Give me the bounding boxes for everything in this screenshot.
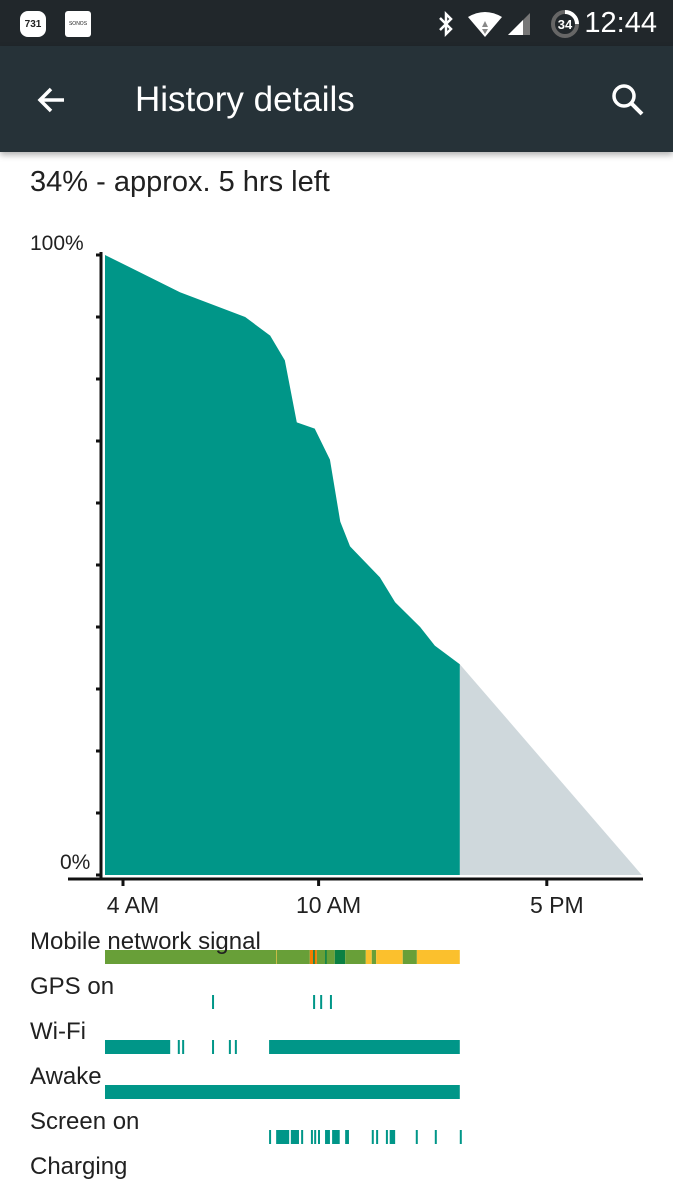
timeline-segment — [345, 1130, 349, 1144]
timeline-label: Awake — [30, 1063, 102, 1090]
timeline-segment — [326, 950, 335, 964]
timeline-segment — [334, 950, 346, 964]
timeline-segment — [371, 1130, 374, 1144]
battery-level-area — [105, 255, 460, 875]
timeline-segment — [309, 950, 314, 964]
timeline-segment — [317, 1130, 320, 1144]
y-label-top: 100% — [30, 232, 84, 255]
timeline-segment — [329, 995, 332, 1009]
timeline-segment — [228, 1040, 231, 1054]
timeline-segment — [301, 1130, 304, 1144]
timeline-segment — [182, 1040, 185, 1054]
timeline-segment — [314, 950, 317, 964]
timeline-segment — [320, 995, 323, 1009]
timeline-segment — [314, 1130, 317, 1144]
timeline-segment — [434, 1130, 437, 1144]
timeline-segment — [459, 1130, 462, 1144]
timeline-segment — [402, 950, 417, 964]
timeline-segment — [325, 1130, 330, 1144]
x-tick-label: 10 AM — [295, 892, 362, 918]
timeline-segment — [212, 1040, 215, 1054]
timeline-segment — [332, 1130, 340, 1144]
timeline-segment — [105, 1040, 171, 1054]
timeline-segment — [371, 950, 377, 964]
prediction-area — [459, 664, 642, 875]
timeline-segment — [234, 1040, 237, 1054]
timeline-label: Charging — [30, 1153, 128, 1180]
timeline-segment — [385, 1130, 388, 1144]
timeline-segment — [276, 1130, 290, 1144]
timeline-segment — [313, 995, 316, 1009]
timeline-segment — [376, 1130, 379, 1144]
timeline-label: Mobile network signal — [30, 928, 261, 955]
x-tick-label: 4 AM — [106, 892, 160, 918]
timeline-label: GPS on — [30, 973, 115, 1000]
x-tick-label: 5 PM — [529, 892, 584, 918]
timeline-segment — [105, 1085, 460, 1099]
timeline-label: Wi-Fi — [30, 1018, 86, 1045]
timeline-segment — [310, 1130, 313, 1144]
timeline-segment — [345, 950, 366, 964]
timeline-segment — [212, 995, 215, 1009]
timeline-segment — [276, 950, 310, 964]
timeline-label: Screen on — [30, 1108, 140, 1135]
timeline-segment — [316, 950, 326, 964]
timeline-segment — [415, 1130, 418, 1144]
battery-history-chart — [68, 252, 643, 1144]
timeline-segment — [365, 950, 372, 964]
timeline-segment — [290, 1130, 299, 1144]
timeline-segment — [177, 1040, 180, 1054]
y-label-bottom: 0% — [60, 851, 91, 874]
timeline-segment — [269, 1040, 460, 1054]
timeline-segment — [389, 1130, 396, 1144]
timeline-segment — [416, 950, 460, 964]
timeline-segment — [269, 1130, 272, 1144]
timeline-segment — [376, 950, 403, 964]
